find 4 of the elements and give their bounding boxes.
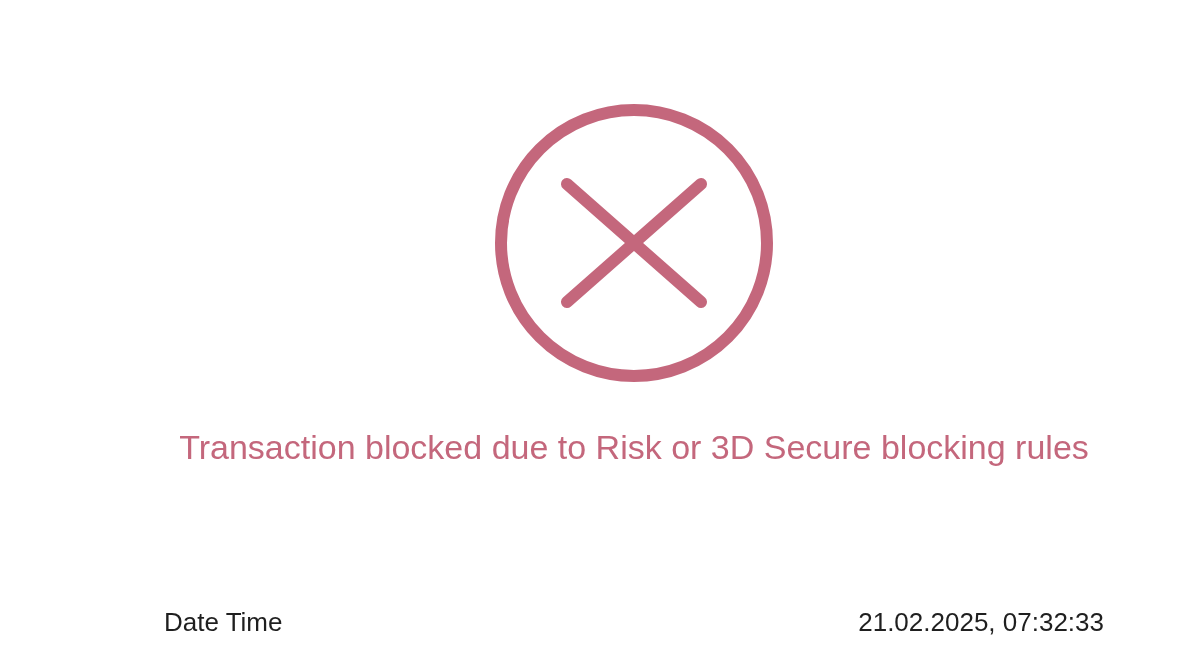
detail-value: 21.02.2025, 07:32:33 (858, 606, 1104, 638)
error-cross-icon (495, 104, 773, 382)
status-message: Transaction blocked due to Risk or 3D Secure blocking rules (179, 427, 1089, 468)
detail-label: Date Time (164, 606, 283, 638)
